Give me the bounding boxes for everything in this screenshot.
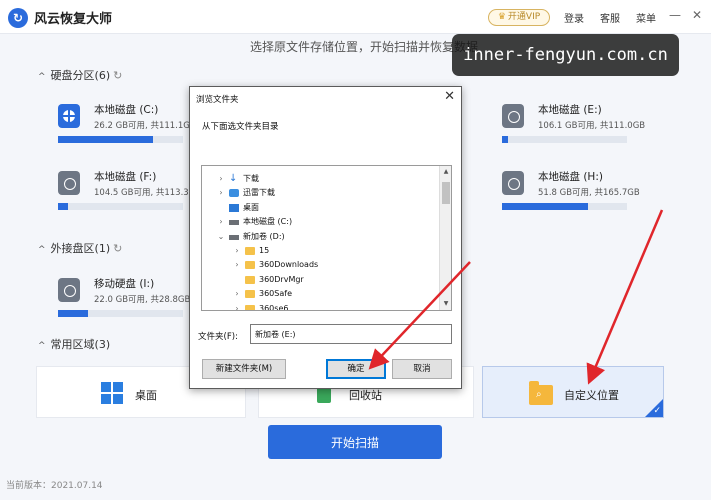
- chevron-down-icon[interactable]: ⌄: [216, 230, 226, 244]
- cancel-button[interactable]: 取消: [392, 359, 452, 379]
- tree-item[interactable]: › 360Downloads: [202, 258, 440, 272]
- external-section-toggle[interactable]: ^ 外接盘区(1) ↻: [38, 240, 122, 256]
- folder-icon: [245, 261, 255, 270]
- chevron-right-icon[interactable]: ›: [216, 215, 226, 229]
- minimize-button[interactable]: —: [668, 8, 682, 22]
- windows-drive-icon: [58, 104, 80, 128]
- check-icon: ✓: [653, 406, 661, 416]
- login-link[interactable]: 登录: [564, 10, 584, 25]
- drive-icon: [229, 234, 239, 240]
- tree-item[interactable]: › 本地磁盘 (C:): [202, 215, 440, 229]
- crown-icon: ♛: [497, 12, 506, 22]
- refresh-icon[interactable]: ↻: [113, 242, 122, 255]
- browse-folder-dialog: 浏览文件夹 ✕ 从下面选文件夹目录 › ↓ 下载 › 迅雷下载 桌面 › 本地磁盘 (C:) ⌄…: [189, 86, 462, 389]
- usage-bar: [502, 136, 627, 143]
- xunlei-icon: [229, 189, 239, 198]
- tree-item-label: 迅雷下载: [243, 188, 275, 198]
- usage-bar: [58, 310, 183, 317]
- ok-button[interactable]: 确定: [326, 359, 386, 379]
- tree-item-label: 桌面: [243, 202, 259, 212]
- new-folder-button[interactable]: 新建文件夹(M): [202, 359, 286, 379]
- tree-item-label: 360DrvMgr: [259, 274, 304, 284]
- windows-icon: [101, 382, 123, 404]
- chevron-right-icon[interactable]: ›: [232, 302, 242, 310]
- disk-item-f[interactable]: 本地磁盘 (F:) 104.5 GB可用, 共113.3GB: [58, 167, 208, 217]
- tree-item-label: 下载: [243, 174, 259, 183]
- dialog-title: 浏览文件夹: [196, 95, 239, 105]
- watermark: inner-fengyun.com.cn: [452, 34, 679, 76]
- scroll-down-icon[interactable]: ▼: [440, 298, 451, 310]
- chevron-right-icon[interactable]: ›: [216, 186, 226, 200]
- tree-item[interactable]: ⌄ 新加卷 (D:): [202, 230, 440, 244]
- chevron-right-icon[interactable]: ›: [232, 258, 242, 272]
- folder-search-icon: ⌕: [529, 381, 553, 405]
- tree-item-label: 360Downloads: [259, 260, 319, 270]
- app-title: 风云恢复大师: [34, 12, 113, 27]
- tree-item[interactable]: › 15: [202, 244, 440, 258]
- service-link[interactable]: 客服: [600, 10, 620, 25]
- usage-bar: [502, 203, 627, 210]
- folder-icon: [245, 275, 255, 284]
- usage-bar: [58, 203, 183, 210]
- usb-drive-icon: [58, 278, 80, 302]
- chevron-up-icon: ^: [38, 341, 46, 351]
- hard-drive-icon: [502, 104, 524, 128]
- title-bar: ↻ 风云恢复大师 ♛ 开通VIP 登录 客服 菜单 — ✕: [0, 0, 711, 34]
- folder-icon: [245, 290, 255, 299]
- folder-field[interactable]: 新加卷 (E:): [250, 324, 452, 344]
- chevron-right-icon[interactable]: ›: [216, 172, 226, 186]
- version-text: 当前版本：2021.07.14: [6, 481, 103, 491]
- disk-item-c[interactable]: 本地磁盘 (C:) 26.2 GB可用, 共111.1GB: [58, 100, 208, 150]
- folder-icon: [245, 304, 255, 310]
- chevron-up-icon: ^: [38, 72, 46, 82]
- close-window-button[interactable]: ✕: [690, 8, 704, 22]
- chevron-up-icon: ^: [38, 245, 46, 255]
- vip-button[interactable]: ♛ 开通VIP: [488, 9, 550, 26]
- area-custom-location[interactable]: ⌕ 自定义位置 ✓: [482, 366, 664, 418]
- hard-drive-icon: [502, 171, 524, 195]
- drive-icon: [229, 220, 239, 226]
- refresh-icon[interactable]: ↻: [113, 69, 122, 82]
- page-subtitle: 选择原文件存储位置，开始扫描并恢复数据: [250, 40, 479, 54]
- tree-item-label: 15: [259, 246, 270, 255]
- disk-item-h[interactable]: 本地磁盘 (H:) 51.8 GB可用, 共165.7GB: [502, 167, 652, 217]
- start-scan-button[interactable]: 开始扫描: [268, 425, 442, 459]
- tree-item-label: 新加卷 (D:): [243, 231, 285, 241]
- tree-item[interactable]: › 360se6: [202, 302, 440, 311]
- usage-bar: [58, 136, 183, 143]
- disk-item-e[interactable]: 本地磁盘 (E:) 106.1 GB可用, 共111.0GB: [502, 100, 652, 150]
- desktop-folder-icon: [229, 203, 239, 212]
- menu-link[interactable]: 菜单: [636, 10, 656, 25]
- close-icon[interactable]: ✕: [444, 89, 455, 104]
- tree-item-label: 360Safe: [259, 289, 292, 299]
- tree-item[interactable]: › 迅雷下载: [202, 186, 440, 200]
- app-logo-icon: ↻: [8, 8, 28, 28]
- folder-field-label: 文件夹(F):: [198, 332, 238, 342]
- folder-tree[interactable]: › ↓ 下载 › 迅雷下载 桌面 › 本地磁盘 (C:) ⌄ 新加卷 (D:) › 15 › 360Dow…: [201, 165, 452, 311]
- download-icon: ↓: [229, 173, 238, 184]
- folder-icon: [245, 247, 255, 255]
- partitions-section-toggle[interactable]: ^ 硬盘分区(6) ↻: [38, 67, 122, 83]
- tree-item[interactable]: › ↓ 下载: [202, 172, 440, 186]
- scroll-thumb[interactable]: [442, 182, 450, 204]
- arrow-to-custom-location: [586, 209, 664, 385]
- common-section-toggle[interactable]: ^ 常用区域(3): [38, 336, 110, 352]
- hard-drive-icon: [58, 171, 80, 195]
- tree-item[interactable]: › 360Safe: [202, 287, 440, 301]
- chevron-right-icon[interactable]: ›: [232, 244, 242, 258]
- tree-scrollbar[interactable]: ▲ ▼: [439, 166, 451, 310]
- chevron-right-icon[interactable]: ›: [232, 287, 242, 301]
- tree-item[interactable]: 桌面: [202, 201, 440, 215]
- disk-item-i[interactable]: 移动硬盘 (I:) 22.0 GB可用, 共28.8GB: [58, 274, 208, 324]
- scroll-up-icon[interactable]: ▲: [440, 166, 451, 178]
- tree-item[interactable]: 360DrvMgr: [202, 273, 440, 287]
- dialog-prompt: 从下面选文件夹目录: [202, 122, 279, 132]
- tree-item-label: 本地磁盘 (C:): [243, 217, 293, 227]
- tree-item-label: 360se6: [259, 303, 289, 311]
